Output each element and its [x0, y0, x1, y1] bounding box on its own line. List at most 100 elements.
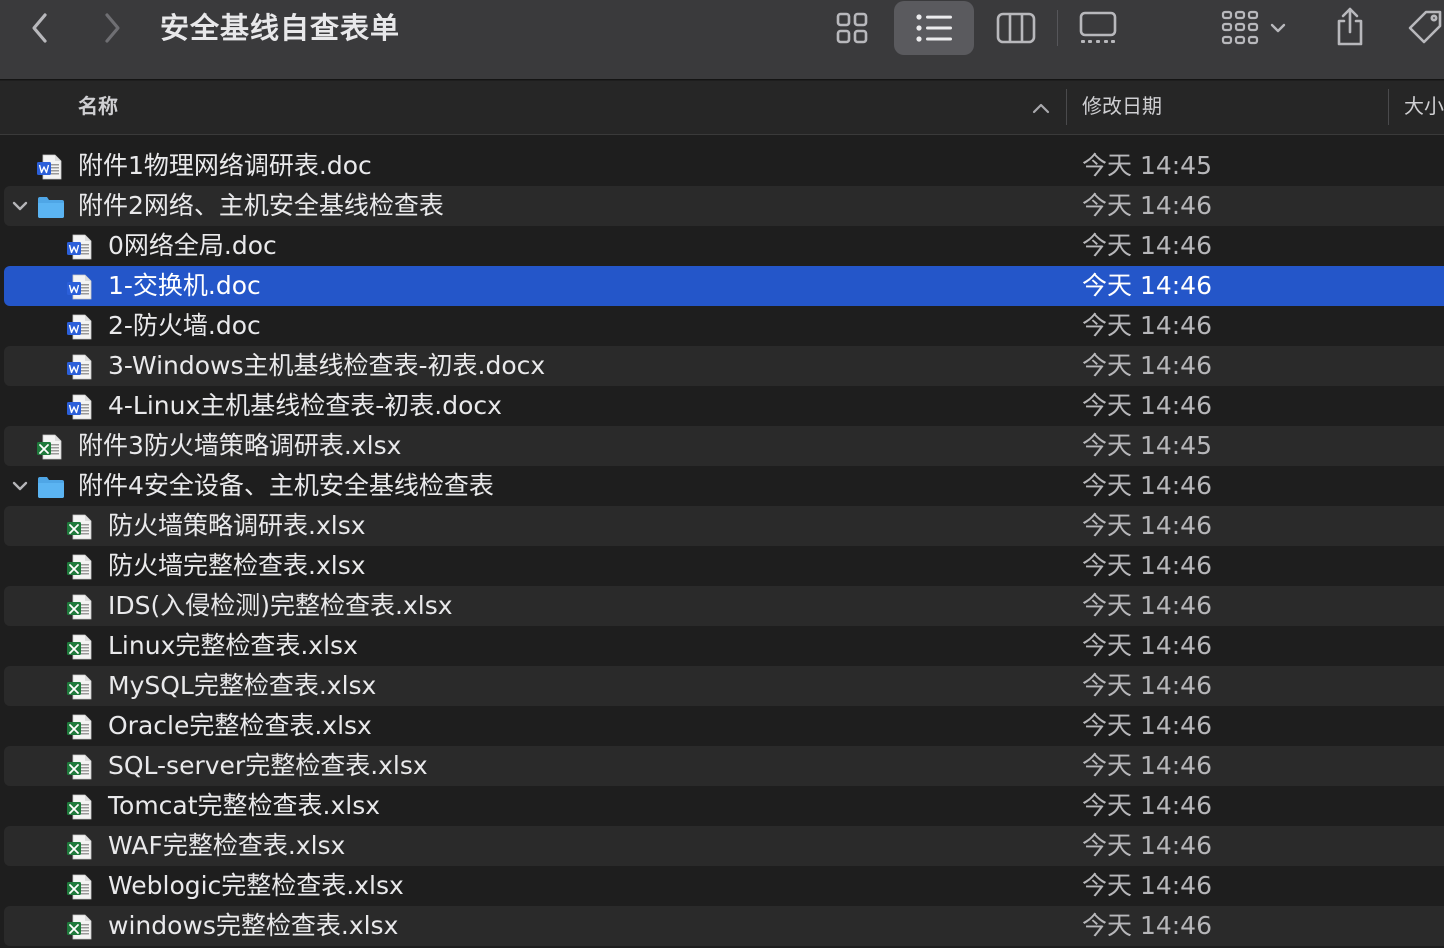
file-modified-date: 今天 14:46: [1082, 511, 1212, 540]
file-row[interactable]: 附件3防火墙策略调研表.xlsx 今天 14:45: [4, 426, 1444, 466]
file-row[interactable]: 3-Windows主机基线检查表-初表.docx 今天 14:46: [4, 346, 1444, 386]
file-name: Tomcat完整检查表.xlsx: [108, 791, 381, 820]
disclosure-chevron-down-icon[interactable]: [10, 196, 30, 216]
file-row[interactable]: 附件1物理网络调研表.doc 今天 14:45: [4, 146, 1444, 186]
word-document-icon: [66, 393, 94, 421]
chevron-right-icon: [105, 13, 120, 43]
file-name: MySQL完整检查表.xlsx: [108, 671, 377, 700]
excel-document-icon: [66, 633, 94, 661]
file-row[interactable]: 防火墙策略调研表.xlsx 今天 14:46: [4, 506, 1444, 546]
file-row[interactable]: Weblogic完整检查表.xlsx 今天 14:46: [4, 866, 1444, 906]
file-name: 防火墙策略调研表.xlsx: [108, 511, 366, 540]
file-list: 附件1物理网络调研表.doc 今天 14:45 附件2网络、主机安全基线检查表 今天 …: [0, 136, 1444, 948]
file-row[interactable]: WAF完整检查表.xlsx 今天 14:46: [4, 826, 1444, 866]
tag-button[interactable]: [1404, 6, 1444, 50]
excel-document-icon: [36, 433, 64, 461]
column-date-header[interactable]: 修改日期: [1082, 81, 1162, 135]
back-button[interactable]: [20, 8, 60, 48]
file-modified-date: 今天 14:46: [1082, 351, 1212, 380]
column-name-header[interactable]: 名称: [78, 81, 118, 135]
window-title: 安全基线自查表单: [160, 11, 401, 45]
file-name: Oracle完整检查表.xlsx: [108, 711, 372, 740]
file-modified-date: 今天 14:46: [1082, 871, 1212, 900]
group-by-button[interactable]: [1214, 6, 1294, 50]
folder-icon: [36, 473, 64, 501]
column-divider[interactable]: [1388, 89, 1389, 125]
file-row[interactable]: MySQL完整检查表.xlsx 今天 14:46: [4, 666, 1444, 706]
file-name: 附件3防火墙策略调研表.xlsx: [78, 431, 402, 460]
file-name: 附件4安全设备、主机安全基线检查表: [78, 471, 494, 500]
file-modified-date: 今天 14:46: [1082, 791, 1212, 820]
gallery-view-button[interactable]: [1074, 6, 1122, 50]
file-modified-date: 今天 14:46: [1082, 391, 1212, 420]
file-modified-date: 今天 14:46: [1082, 591, 1212, 620]
file-row[interactable]: SQL-server完整检查表.xlsx 今天 14:46: [4, 746, 1444, 786]
word-document-icon: [66, 313, 94, 341]
file-modified-date: 今天 14:45: [1082, 431, 1212, 460]
group-grid-icon: [1221, 10, 1259, 45]
excel-document-icon: [66, 833, 94, 861]
file-name: 4-Linux主机基线检查表-初表.docx: [108, 391, 502, 420]
file-name: 1-交换机.doc: [108, 271, 261, 300]
excel-document-icon: [66, 513, 94, 541]
excel-document-icon: [66, 713, 94, 741]
folder-icon: [36, 193, 64, 221]
file-row[interactable]: 4-Linux主机基线检查表-初表.docx 今天 14:46: [4, 386, 1444, 426]
excel-document-icon: [66, 913, 94, 941]
excel-document-icon: [66, 673, 94, 701]
file-row[interactable]: 0网络全局.doc 今天 14:46: [4, 226, 1444, 266]
file-row[interactable]: Tomcat完整检查表.xlsx 今天 14:46: [4, 786, 1444, 826]
file-name: Linux完整检查表.xlsx: [108, 631, 358, 660]
folder-row[interactable]: 附件2网络、主机安全基线检查表 今天 14:46: [4, 186, 1444, 226]
column-header: 名称 修改日期 大小: [0, 81, 1444, 135]
column-divider[interactable]: [1066, 89, 1067, 125]
file-modified-date: 今天 14:46: [1082, 831, 1212, 860]
toolbar-separator: [1057, 10, 1058, 46]
file-modified-date: 今天 14:46: [1082, 191, 1212, 220]
file-modified-date: 今天 14:46: [1082, 551, 1212, 580]
file-row[interactable]: Linux完整检查表.xlsx 今天 14:46: [4, 626, 1444, 666]
file-name: 3-Windows主机基线检查表-初表.docx: [108, 351, 546, 380]
share-icon: [1337, 7, 1363, 46]
file-name: Weblogic完整检查表.xlsx: [108, 871, 404, 900]
word-document-icon: [66, 353, 94, 381]
column-size-header[interactable]: 大小: [1404, 81, 1444, 135]
file-modified-date: 今天 14:46: [1082, 631, 1212, 660]
excel-document-icon: [66, 593, 94, 621]
word-document-icon: [66, 233, 94, 261]
columns-icon: [996, 12, 1036, 44]
file-modified-date: 今天 14:46: [1082, 711, 1212, 740]
file-row[interactable]: windows完整检查表.xlsx 今天 14:46: [4, 906, 1444, 946]
file-modified-date: 今天 14:46: [1082, 751, 1212, 780]
grid-icon: [836, 12, 868, 44]
disclosure-chevron-down-icon[interactable]: [10, 476, 30, 496]
file-modified-date: 今天 14:45: [1082, 151, 1212, 180]
excel-document-icon: [66, 873, 94, 901]
excel-document-icon: [66, 553, 94, 581]
file-modified-date: 今天 14:46: [1082, 271, 1212, 300]
file-modified-date: 今天 14:46: [1082, 671, 1212, 700]
finder-toolbar: 安全基线自查表单: [0, 0, 1444, 80]
file-row[interactable]: 2-防火墙.doc 今天 14:46: [4, 306, 1444, 346]
icon-view-button[interactable]: [830, 6, 874, 50]
file-modified-date: 今天 14:46: [1082, 311, 1212, 340]
sort-ascending-icon[interactable]: [1030, 97, 1052, 119]
gallery-icon: [1079, 11, 1117, 43]
file-row[interactable]: 1-交换机.doc 今天 14:46: [4, 266, 1444, 306]
forward-button[interactable]: [92, 8, 132, 48]
share-button[interactable]: [1328, 2, 1372, 52]
file-modified-date: 今天 14:46: [1082, 471, 1212, 500]
column-view-button[interactable]: [992, 6, 1040, 50]
excel-document-icon: [66, 753, 94, 781]
file-name: windows完整检查表.xlsx: [108, 911, 399, 940]
folder-row[interactable]: 附件4安全设备、主机安全基线检查表 今天 14:46: [4, 466, 1444, 506]
file-name: 0网络全局.doc: [108, 231, 277, 260]
file-modified-date: 今天 14:46: [1082, 231, 1212, 260]
file-row[interactable]: Oracle完整检查表.xlsx 今天 14:46: [4, 706, 1444, 746]
list-view-button[interactable]: [894, 1, 974, 55]
file-row[interactable]: IDS(入侵检测)完整检查表.xlsx 今天 14:46: [4, 586, 1444, 626]
file-row[interactable]: 防火墙完整检查表.xlsx 今天 14:46: [4, 546, 1444, 586]
chevron-left-icon: [32, 13, 47, 43]
file-name: 附件2网络、主机安全基线检查表: [78, 191, 444, 220]
file-name: WAF完整检查表.xlsx: [108, 831, 346, 860]
